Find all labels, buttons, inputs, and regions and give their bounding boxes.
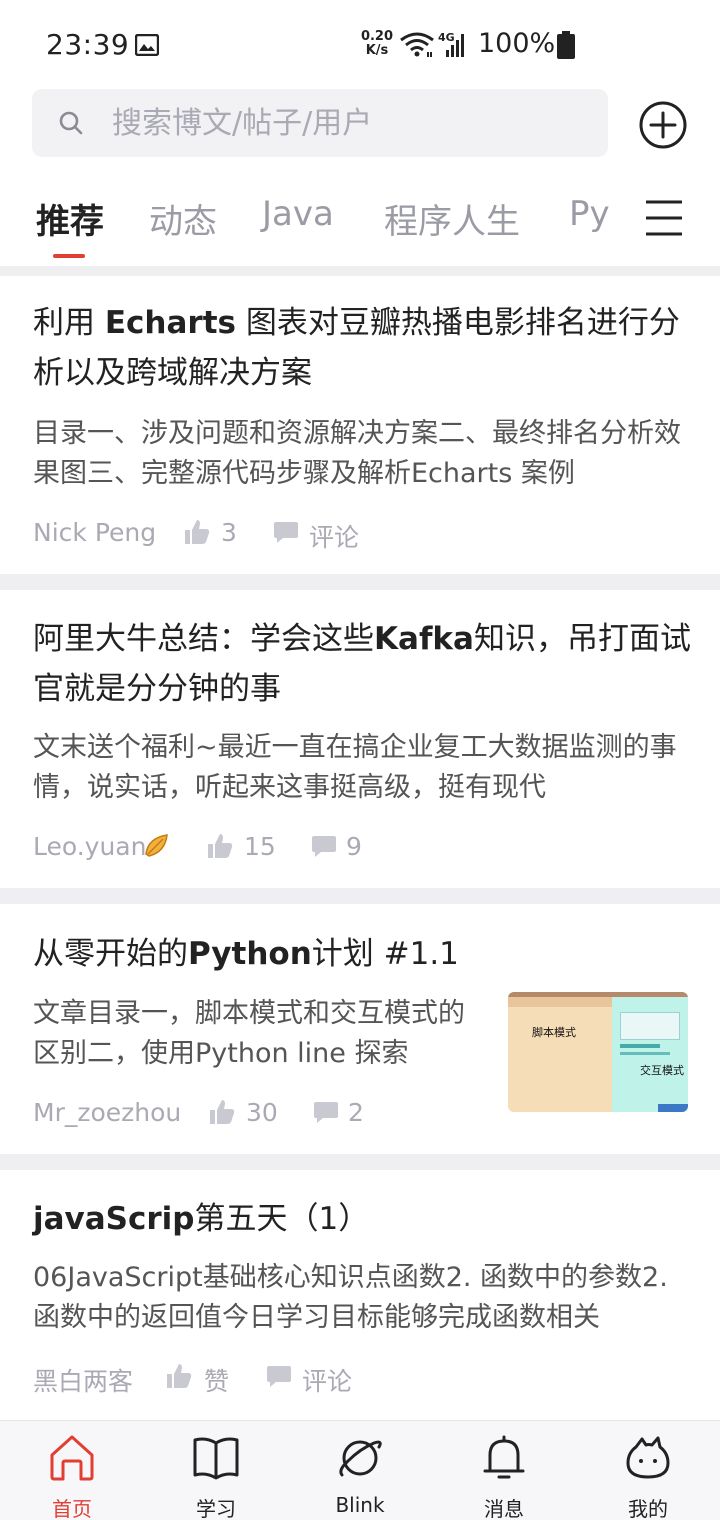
nav-label: 学习 bbox=[196, 1497, 236, 1520]
tab-python[interactable]: Py bbox=[569, 194, 610, 234]
nav-profile[interactable]: 我的 bbox=[588, 1421, 708, 1520]
divider bbox=[0, 888, 720, 904]
article-summary: 文章目录一，脚本模式和交互模式的区别二，使用Python line 探索 bbox=[33, 998, 465, 1069]
active-tab-indicator bbox=[53, 254, 85, 258]
thumbnail-tabbar bbox=[508, 997, 612, 1007]
article-meta: Leo.yuan 15 9 bbox=[33, 832, 683, 862]
bottom-navigation: 首页 学习 Blink 消息 我的 bbox=[0, 1420, 720, 1520]
thumbnail-line bbox=[620, 1052, 670, 1055]
article-meta: 黑白两客 赞 评论 bbox=[33, 1362, 683, 1396]
article-title[interactable]: javaScrip第五天（1） bbox=[33, 1194, 683, 1244]
tab-java[interactable]: Java bbox=[262, 194, 334, 234]
tab-programmer-life[interactable]: 程序人生 bbox=[384, 194, 520, 243]
comment-count: 9 bbox=[346, 832, 362, 861]
thumbnail-label-interactive-mode: 交互模式 bbox=[640, 1064, 684, 1077]
comment-icon[interactable] bbox=[265, 1362, 293, 1390]
article-summary: 目录一、涉及问题和资源解决方案二、最终排名分析效果图三、完整源代码步骤及解析Ec… bbox=[33, 418, 681, 489]
author-name[interactable]: Nick Peng bbox=[33, 518, 156, 547]
article-summary: 文末送个福利~最近一直在搞企业复工大数据监测的事情，说实话，听起来这事挺高级，挺… bbox=[33, 732, 677, 803]
comment-icon[interactable] bbox=[312, 1098, 340, 1126]
search-input[interactable] bbox=[112, 99, 592, 147]
article-card[interactable]: 阿里大牛总结：学会这些Kafka知识，吊打面试官就是分分钟的事 文末送个福利~最… bbox=[0, 590, 720, 888]
article-card[interactable]: 利用 Echarts 图表对豆瓣热播电影排名进行分析以及跨域解决方案 目录一、涉… bbox=[0, 276, 720, 574]
like-count: 3 bbox=[221, 518, 237, 547]
comment-count: 评论 bbox=[302, 1367, 353, 1396]
thumbnail-window bbox=[620, 1012, 680, 1040]
comment-icon[interactable] bbox=[310, 832, 338, 860]
planet-icon bbox=[339, 1440, 382, 1477]
nav-blink[interactable]: Blink bbox=[300, 1421, 420, 1520]
thumbs-up-icon[interactable] bbox=[165, 1362, 193, 1390]
book-icon bbox=[193, 1437, 239, 1480]
comment-count: 评论 bbox=[309, 523, 360, 552]
divider bbox=[0, 574, 720, 590]
article-title[interactable]: 阿里大牛总结：学会这些Kafka知识，吊打面试官就是分分钟的事 bbox=[33, 614, 693, 714]
article-thumbnail[interactable]: 脚本模式 交互模式 bbox=[508, 992, 688, 1112]
nav-learn[interactable]: 学习 bbox=[156, 1421, 276, 1520]
nav-messages[interactable]: 消息 bbox=[444, 1421, 564, 1520]
home-icon bbox=[50, 1435, 94, 1481]
article-card[interactable]: javaScrip第五天（1） 06JavaScript基础核心知识点函数2. … bbox=[0, 1170, 720, 1420]
thumbnail-line bbox=[620, 1044, 660, 1048]
add-post-button[interactable] bbox=[638, 100, 688, 150]
menu-icon[interactable] bbox=[646, 199, 682, 237]
thumbs-up-icon[interactable] bbox=[183, 518, 211, 546]
nav-label: 首页 bbox=[52, 1497, 92, 1520]
comment-icon[interactable] bbox=[272, 518, 300, 546]
wifi-icon bbox=[400, 32, 434, 57]
thumbnail-footer bbox=[658, 1104, 688, 1112]
profile-icon bbox=[626, 1436, 670, 1479]
nav-label: 我的 bbox=[628, 1497, 668, 1520]
search-icon bbox=[59, 111, 83, 135]
thumbnail-label-script-mode: 脚本模式 bbox=[532, 1026, 576, 1039]
article-summary: 06JavaScript基础核心知识点函数2. 函数中的参数2. 函数中的返回值… bbox=[33, 1262, 668, 1333]
network-type-label: 4G bbox=[438, 31, 455, 44]
nav-label: 消息 bbox=[484, 1497, 524, 1520]
article-meta: Mr_zoezhou 30 2 bbox=[33, 1098, 493, 1128]
article-title[interactable]: 从零开始的Python计划 #1.1 bbox=[33, 929, 493, 979]
status-time: 23:39 bbox=[46, 28, 130, 61]
author-badge-icon bbox=[145, 834, 168, 857]
divider bbox=[0, 1154, 720, 1170]
article-title[interactable]: 利用 Echarts 图表对豆瓣热播电影排名进行分析以及跨域解决方案 bbox=[33, 298, 683, 398]
status-bar: 23:39 0.20 K/s 4G 100% bbox=[0, 0, 720, 88]
cellular-signal-icon: 4G bbox=[438, 31, 464, 57]
bell-icon bbox=[483, 1435, 525, 1479]
article-meta: Nick Peng 3 评论 bbox=[33, 518, 683, 552]
comment-count: 2 bbox=[348, 1098, 364, 1127]
like-count: 15 bbox=[244, 832, 276, 861]
author-name[interactable]: 黑白两客 bbox=[33, 1362, 133, 1398]
divider bbox=[0, 266, 720, 276]
like-count: 30 bbox=[246, 1098, 278, 1127]
nav-label: Blink bbox=[335, 1493, 385, 1517]
thumbs-up-icon[interactable] bbox=[208, 1098, 236, 1126]
category-tabs: 推荐 动态 Java 程序人生 Py bbox=[0, 180, 720, 268]
search-bar[interactable] bbox=[32, 89, 608, 157]
like-count: 赞 bbox=[204, 1367, 230, 1396]
image-notification-icon bbox=[135, 34, 159, 56]
thumbs-up-icon[interactable] bbox=[206, 832, 234, 860]
author-name[interactable]: Mr_zoezhou bbox=[33, 1098, 181, 1127]
network-speed: 0.20 K/s bbox=[360, 29, 394, 58]
battery-percent: 100% bbox=[478, 28, 556, 59]
battery-icon bbox=[557, 31, 575, 59]
nav-home[interactable]: 首页 bbox=[12, 1421, 132, 1520]
tab-recommended[interactable]: 推荐 bbox=[36, 194, 104, 243]
article-card[interactable]: 从零开始的Python计划 #1.1 文章目录一，脚本模式和交互模式的区别二，使… bbox=[0, 904, 720, 1154]
tab-dynamic[interactable]: 动态 bbox=[149, 194, 217, 243]
author-name[interactable]: Leo.yuan bbox=[33, 832, 146, 861]
